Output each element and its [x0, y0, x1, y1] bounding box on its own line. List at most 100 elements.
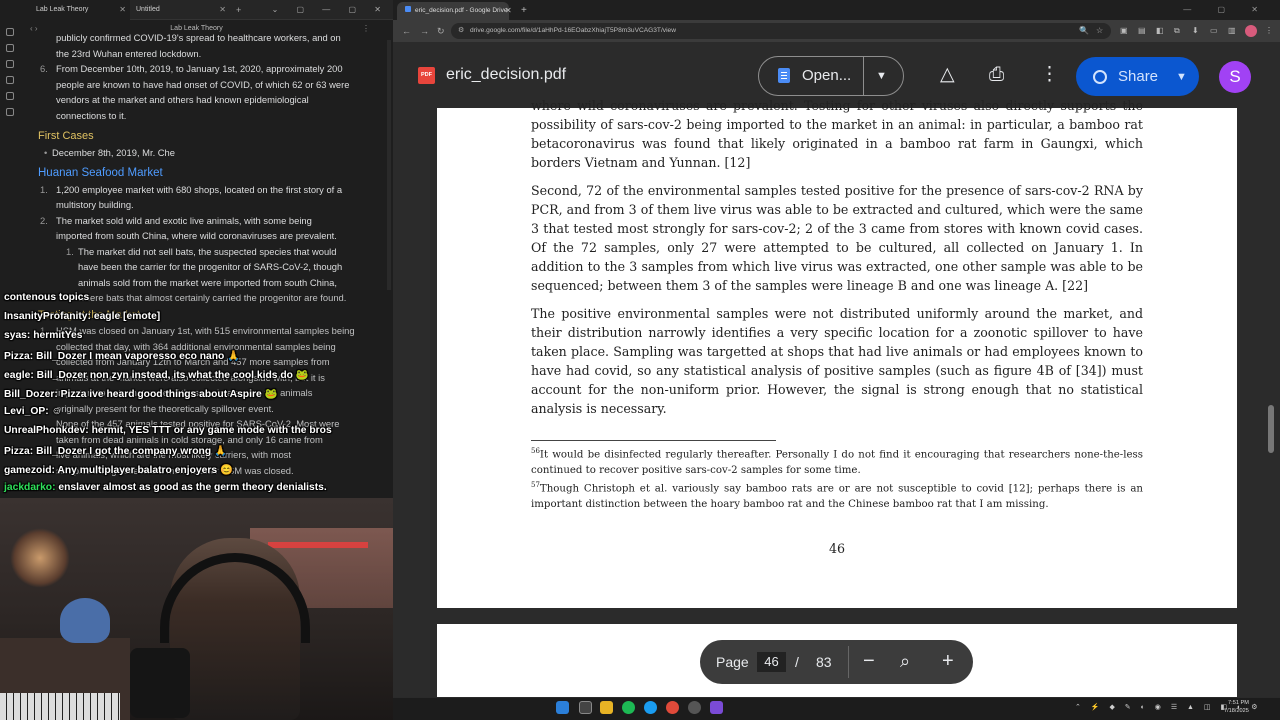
- cast-icon[interactable]: ▥: [1228, 20, 1236, 42]
- start-icon[interactable]: [556, 701, 569, 714]
- pdf-file-icon: PDF: [418, 67, 435, 84]
- close-icon[interactable]: ✕: [219, 0, 226, 20]
- open-divider: [863, 57, 864, 95]
- files-icon[interactable]: [6, 44, 14, 52]
- list-number: 1.: [66, 245, 74, 257]
- emote-icon: 🐸: [295, 370, 309, 381]
- command-icon[interactable]: [6, 108, 14, 116]
- chat-line: jackdarko: enslaver almost as good as th…: [4, 482, 327, 493]
- emote-icon: ☺: [51, 406, 63, 417]
- window-controls[interactable]: — ▢ ✕: [1183, 0, 1270, 20]
- menu-kebab-icon[interactable]: ⋮: [1265, 20, 1273, 42]
- url-text[interactable]: drive.google.com/file/d/1aHhPd-16EOabzXh…: [470, 23, 676, 39]
- print-icon[interactable]: ⎙: [989, 64, 1004, 86]
- extensions-puzzle-icon[interactable]: ⧉: [1174, 20, 1180, 42]
- note-line: publicly confirmed COVID-19's spread to …: [56, 32, 341, 43]
- tab-title: eric_decision.pdf - Google Drive: [415, 7, 508, 14]
- close-tab-icon[interactable]: ✕: [505, 2, 512, 20]
- notes-tab-label: Lab Leak Theory: [36, 6, 89, 13]
- bookmark-star-icon[interactable]: ☆: [1096, 20, 1103, 42]
- note-line: From December 10th, 2019, to January 1st…: [56, 63, 343, 74]
- edge-icon[interactable]: [644, 701, 657, 714]
- forward-icon[interactable]: →: [420, 20, 429, 42]
- reload-icon[interactable]: ↻: [437, 20, 445, 42]
- chat-message: Bill_Dozer non zyn instead, its what the…: [36, 370, 293, 381]
- pdf-paragraph: Second, 72 of the environmental samples …: [531, 183, 1143, 293]
- note-line: December 8th, 2019, Mr. Che: [52, 146, 175, 158]
- new-tab-icon[interactable]: +: [236, 0, 241, 20]
- notes-scrollbar[interactable]: [387, 40, 391, 290]
- open-with-label[interactable]: Open...: [802, 66, 851, 86]
- page-total: 83: [816, 654, 832, 670]
- zoom-out-icon[interactable]: −: [863, 649, 875, 673]
- chat-user: Levi_OP:: [4, 406, 49, 417]
- zoom-fit-icon[interactable]: ⌕: [900, 649, 910, 673]
- page-number-input[interactable]: 46: [757, 652, 786, 672]
- clock-time: 7:51 PM: [1228, 700, 1249, 706]
- chevron-down-icon[interactable]: ▼: [876, 66, 887, 86]
- task-view-icon[interactable]: [579, 701, 592, 714]
- chat-message: Bill_Dozer I got the company wrong: [36, 446, 212, 457]
- new-tab-icon[interactable]: +: [521, 2, 527, 20]
- zoom-in-icon[interactable]: +: [942, 649, 954, 673]
- extension-icon[interactable]: ▣: [1120, 20, 1128, 42]
- pdf-body: where wild coronaviruses are prevalent. …: [531, 98, 1143, 427]
- notes-tab-untitled[interactable]: Untitled ✕: [100, 0, 230, 20]
- graph-icon[interactable]: [6, 60, 14, 68]
- file-explorer-icon[interactable]: [600, 701, 613, 714]
- zoom-icon[interactable]: 🔍: [1079, 20, 1089, 42]
- footnote-number: 56: [531, 447, 540, 455]
- profile-avatar-small[interactable]: [1245, 25, 1257, 37]
- back-icon[interactable]: ←: [402, 20, 411, 42]
- footnote-number: 57: [531, 481, 540, 490]
- share-label[interactable]: Share: [1118, 67, 1158, 87]
- stream-chat-overlay: contenous topics InsanityProfanity: eagl…: [0, 290, 393, 500]
- chat-message: enslaver almost as good as the germ theo…: [58, 482, 327, 493]
- chat-user: eagle:: [4, 370, 34, 381]
- globe-icon: [1093, 70, 1107, 84]
- more-actions-icon[interactable]: ⋮: [1040, 64, 1059, 86]
- chat-user: UnrealPhonkdev:: [4, 425, 89, 436]
- sidepanel-icon[interactable]: ▭: [1210, 20, 1218, 42]
- note-line: have been the carrier for the progenitor…: [78, 261, 343, 272]
- list-number: 1.: [40, 183, 48, 195]
- ribbon: [0, 20, 18, 290]
- chat-line: contenous topics: [4, 292, 89, 303]
- file-name: eric_decision.pdf: [446, 66, 567, 83]
- chat-user: Bill_Dozer:: [4, 389, 58, 400]
- obs-icon[interactable]: [688, 701, 701, 714]
- spotify-icon[interactable]: [622, 701, 635, 714]
- extension-icon[interactable]: ▤: [1138, 20, 1146, 42]
- note-line: connections to it.: [56, 109, 127, 121]
- calendar-icon[interactable]: [6, 76, 14, 84]
- account-avatar[interactable]: S: [1219, 61, 1251, 93]
- heading-huanan-market: Huanan Seafood Market: [38, 167, 163, 179]
- add-shortcut-icon[interactable]: △: [940, 64, 955, 86]
- chat-line: gamezoid: Any multiplayer balatro enjoye…: [4, 463, 233, 476]
- site-info-icon[interactable]: ⚙: [458, 23, 464, 39]
- drive-icon: [405, 6, 411, 12]
- chat-message: eagle [emote]: [93, 311, 161, 322]
- clock-date: 7/18/2025: [1224, 708, 1249, 714]
- footnote-text: It would be disinfected regularly therea…: [531, 449, 1143, 476]
- chat-user: Pizza:: [4, 446, 34, 457]
- obsidian-icon[interactable]: [710, 701, 723, 714]
- note-line: vendors at the market and others had kno…: [56, 94, 309, 105]
- chrome-icon[interactable]: [666, 701, 679, 714]
- viewer-scrollbar[interactable]: [1268, 405, 1274, 453]
- note-line: multistory building.: [56, 199, 134, 210]
- note-line: The market did not sell bats, the suspec…: [78, 245, 337, 257]
- chat-message: hermitYes: [33, 330, 83, 341]
- notes-tabstrip: Lab Leak Theory ✕ Untitled ✕ + ⌄ ▢ — ▢ ✕: [0, 0, 393, 20]
- webcam-lamp: [10, 528, 70, 588]
- window-controls[interactable]: ⌄ ▢ — ▢ ✕: [272, 0, 389, 20]
- browser-tab-active[interactable]: eric_decision.pdf - Google Drive: [397, 2, 509, 20]
- navigate-icon[interactable]: [6, 28, 14, 36]
- extension-icon[interactable]: ◧: [1156, 20, 1164, 42]
- note-line: imported from south China, where wild co…: [56, 230, 337, 241]
- chevron-down-icon[interactable]: ▼: [1176, 67, 1187, 87]
- pdf-paragraph: where wild coronaviruses are prevalent. …: [531, 98, 1143, 170]
- templates-icon[interactable]: [6, 92, 14, 100]
- downloads-icon[interactable]: ⬇: [1192, 20, 1199, 42]
- taskbar-clock[interactable]: 7:51 PM 7/18/2025: [1224, 699, 1249, 715]
